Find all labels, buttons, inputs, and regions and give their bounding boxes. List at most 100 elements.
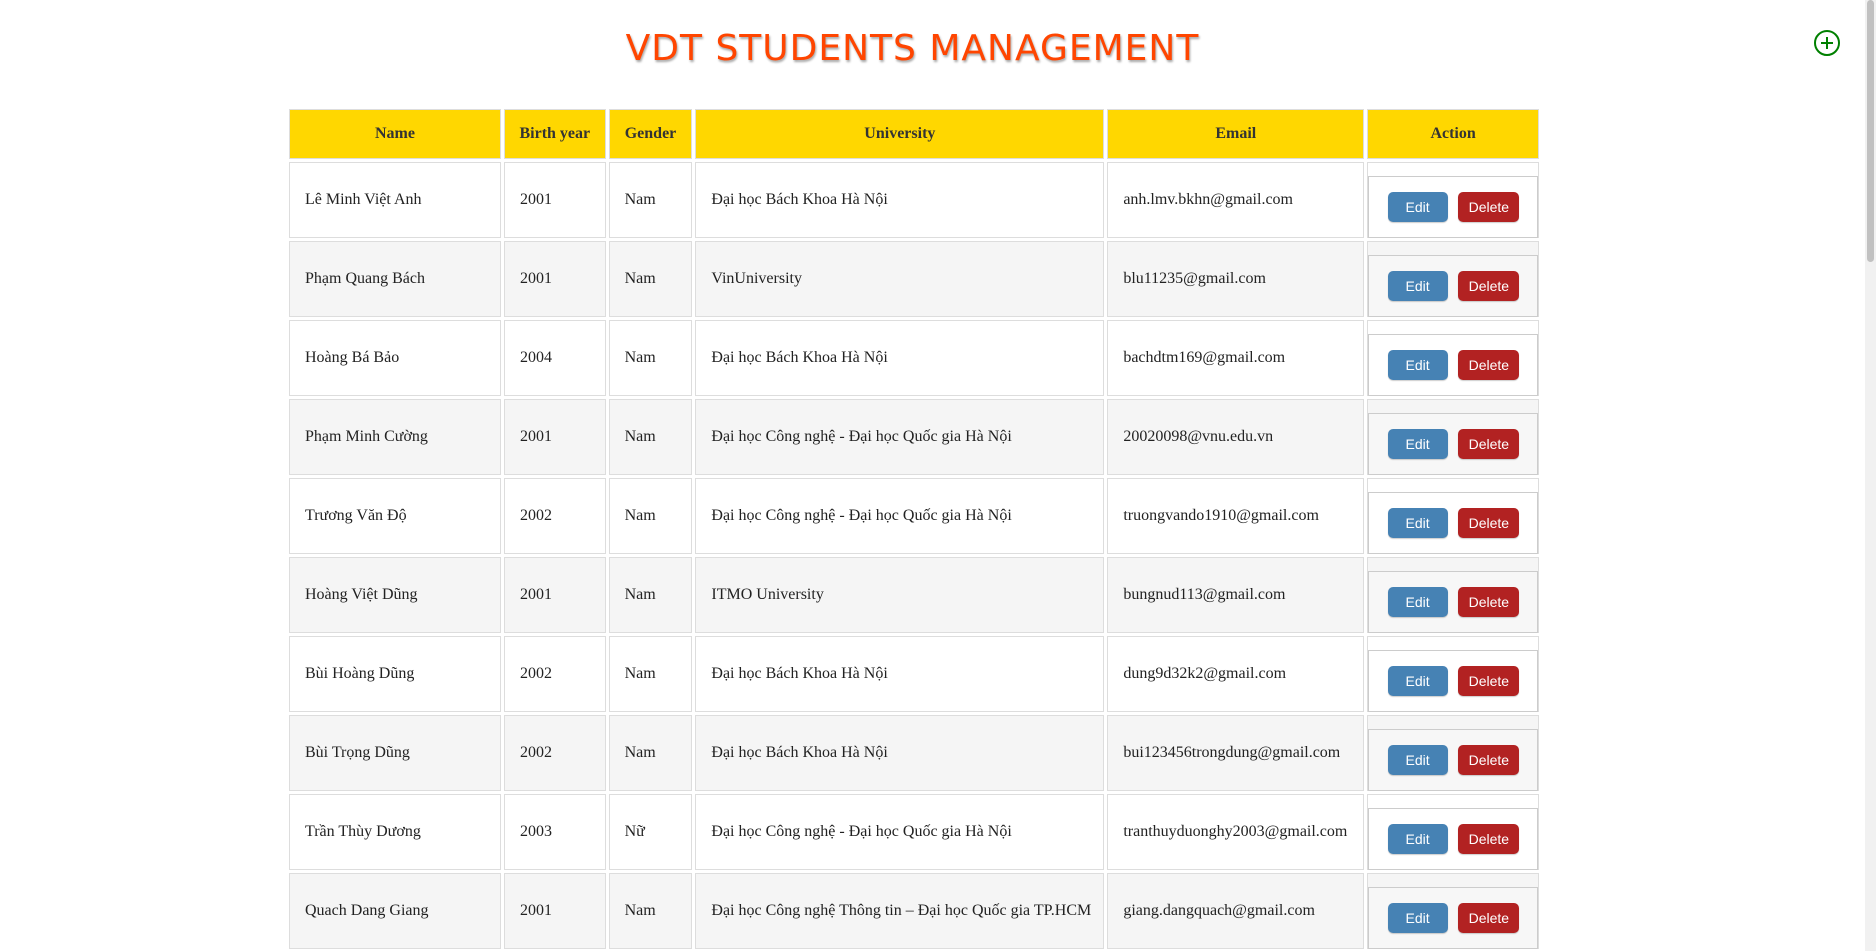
cell-name: Bùi Hoàng Dũng <box>289 636 501 712</box>
cell-university: VinUniversity <box>695 241 1105 317</box>
cell-action: Edit Delete <box>1367 478 1539 554</box>
delete-button[interactable]: Delete <box>1457 666 1519 696</box>
table-row: Bùi Hoàng Dũng 2002 Nam Đại học Bách Khoa H… <box>289 636 1539 712</box>
edit-button[interactable]: Edit <box>1387 350 1448 380</box>
column-header-birth-year[interactable]: Birth year <box>503 109 606 159</box>
column-header-name[interactable]: Name <box>289 109 501 159</box>
edit-button[interactable]: Edit <box>1387 824 1448 854</box>
table-row: Lê Minh Việt Anh 2001 Nam Đại học Bách Khoa… <box>289 162 1539 238</box>
edit-button[interactable]: Edit <box>1387 587 1448 617</box>
cell-name: Bùi Trọng Dũng <box>289 715 501 791</box>
edit-button[interactable]: Edit <box>1387 192 1448 222</box>
table-row: Phạm Minh Cường 2001 Nam Đại học Công nghệ … <box>289 399 1539 475</box>
edit-button[interactable]: Edit <box>1387 429 1448 459</box>
students-table-container: Name Birth year Gender University Email … <box>289 109 1539 951</box>
delete-button[interactable]: Delete <box>1457 824 1519 854</box>
cell-name: Quach Dang Giang <box>289 873 501 949</box>
plus-circle-icon[interactable] <box>1813 29 1841 57</box>
cell-email: blu11235@gmail.com <box>1107 241 1365 317</box>
delete-button[interactable]: Delete <box>1457 192 1519 222</box>
column-header-action: Action <box>1367 109 1539 159</box>
delete-button[interactable]: Delete <box>1457 587 1519 617</box>
cell-gender: Nam <box>608 399 693 475</box>
cell-action: Edit Delete <box>1367 794 1539 870</box>
cell-gender: Nữ <box>608 794 693 870</box>
cell-birth-year: 2001 <box>503 399 606 475</box>
delete-button[interactable]: Delete <box>1457 271 1519 301</box>
action-buttons: Edit Delete <box>1368 255 1538 317</box>
edit-button[interactable]: Edit <box>1387 745 1448 775</box>
delete-button[interactable]: Delete <box>1457 508 1519 538</box>
action-buttons: Edit Delete <box>1368 808 1538 870</box>
edit-button[interactable]: Edit <box>1387 666 1448 696</box>
delete-button[interactable]: Delete <box>1457 745 1519 775</box>
cell-email: tranthuyduonghy2003@gmail.com <box>1107 794 1365 870</box>
column-header-email[interactable]: Email <box>1107 109 1365 159</box>
cell-action: Edit Delete <box>1367 320 1539 396</box>
page: VDT STUDENTS MANAGEMENT Name Birth year … <box>0 0 1876 951</box>
cell-email: giang.dangquach@gmail.com <box>1107 873 1365 949</box>
cell-university: Đại học Công nghệ - Đại học Quốc gia Hà … <box>695 399 1105 475</box>
table-row: Trần Thùy Dương 2003 Nữ Đại học Công nghệ -… <box>289 794 1539 870</box>
cell-birth-year: 2001 <box>503 557 606 633</box>
cell-action: Edit Delete <box>1367 399 1539 475</box>
table-row: Hoàng Việt Dũng 2001 Nam ITMO University bun… <box>289 557 1539 633</box>
cell-email: bungnud113@gmail.com <box>1107 557 1365 633</box>
cell-birth-year: 2001 <box>503 241 606 317</box>
delete-button[interactable]: Delete <box>1457 429 1519 459</box>
action-buttons: Edit Delete <box>1368 492 1538 554</box>
cell-gender: Nam <box>608 162 693 238</box>
column-header-university[interactable]: University <box>695 109 1105 159</box>
action-buttons: Edit Delete <box>1368 887 1538 949</box>
scrollbar-thumb[interactable] <box>1867 0 1874 262</box>
cell-email: 20020098@vnu.edu.vn <box>1107 399 1365 475</box>
cell-action: Edit Delete <box>1367 241 1539 317</box>
cell-email: dung9d32k2@gmail.com <box>1107 636 1365 712</box>
cell-gender: Nam <box>608 478 693 554</box>
cell-email: bui123456trongdung@gmail.com <box>1107 715 1365 791</box>
cell-birth-year: 2002 <box>503 478 606 554</box>
edit-button[interactable]: Edit <box>1387 508 1448 538</box>
cell-name: Trần Thùy Dương <box>289 794 501 870</box>
cell-action: Edit Delete <box>1367 715 1539 791</box>
cell-name: Hoàng Bá Bảo <box>289 320 501 396</box>
column-header-gender[interactable]: Gender <box>608 109 693 159</box>
edit-button[interactable]: Edit <box>1387 271 1448 301</box>
cell-university: Đại học Bách Khoa Hà Nội <box>695 636 1105 712</box>
cell-gender: Nam <box>608 241 693 317</box>
students-table: Name Birth year Gender University Email … <box>286 106 1542 951</box>
table-row: Phạm Quang Bách 2001 Nam VinUniversity blu11… <box>289 241 1539 317</box>
edit-button[interactable]: Edit <box>1387 903 1448 933</box>
cell-birth-year: 2004 <box>503 320 606 396</box>
cell-birth-year: 2001 <box>503 873 606 949</box>
cell-action: Edit Delete <box>1367 162 1539 238</box>
table-row: Trương Văn Độ 2002 Nam Đại học Công nghệ - … <box>289 478 1539 554</box>
action-buttons: Edit Delete <box>1368 729 1538 791</box>
action-buttons: Edit Delete <box>1368 571 1538 633</box>
table-row: Bùi Trọng Dũng 2002 Nam Đại học Bách Khoa H… <box>289 715 1539 791</box>
delete-button[interactable]: Delete <box>1457 350 1519 380</box>
cell-birth-year: 2002 <box>503 715 606 791</box>
cell-name: Phạm Minh Cường <box>289 399 501 475</box>
delete-button[interactable]: Delete <box>1457 903 1519 933</box>
cell-birth-year: 2003 <box>503 794 606 870</box>
page-title: VDT STUDENTS MANAGEMENT <box>625 28 1200 69</box>
cell-university: Đại học Bách Khoa Hà Nội <box>695 715 1105 791</box>
cell-email: bachdtm169@gmail.com <box>1107 320 1365 396</box>
cell-name: Phạm Quang Bách <box>289 241 501 317</box>
cell-birth-year: 2001 <box>503 162 606 238</box>
cell-action: Edit Delete <box>1367 636 1539 712</box>
cell-university: Đại học Công nghệ - Đại học Quốc gia Hà … <box>695 478 1105 554</box>
table-body: Lê Minh Việt Anh 2001 Nam Đại học Bách Khoa… <box>289 162 1539 949</box>
cell-name: Trương Văn Độ <box>289 478 501 554</box>
table-header-row: Name Birth year Gender University Email … <box>289 109 1539 159</box>
cell-gender: Nam <box>608 557 693 633</box>
cell-action: Edit Delete <box>1367 557 1539 633</box>
cell-university: Đại học Công nghệ Thông tin – Đại học Qu… <box>695 873 1105 949</box>
cell-gender: Nam <box>608 320 693 396</box>
table-row: Hoàng Bá Bảo 2004 Nam Đại học Bách Khoa Hà … <box>289 320 1539 396</box>
cell-university: ITMO University <box>695 557 1105 633</box>
cell-university: Đại học Bách Khoa Hà Nội <box>695 162 1105 238</box>
table-row: Quach Dang Giang 2001 Nam Đại học Công nghệ… <box>289 873 1539 949</box>
vertical-scrollbar[interactable] <box>1865 0 1876 951</box>
